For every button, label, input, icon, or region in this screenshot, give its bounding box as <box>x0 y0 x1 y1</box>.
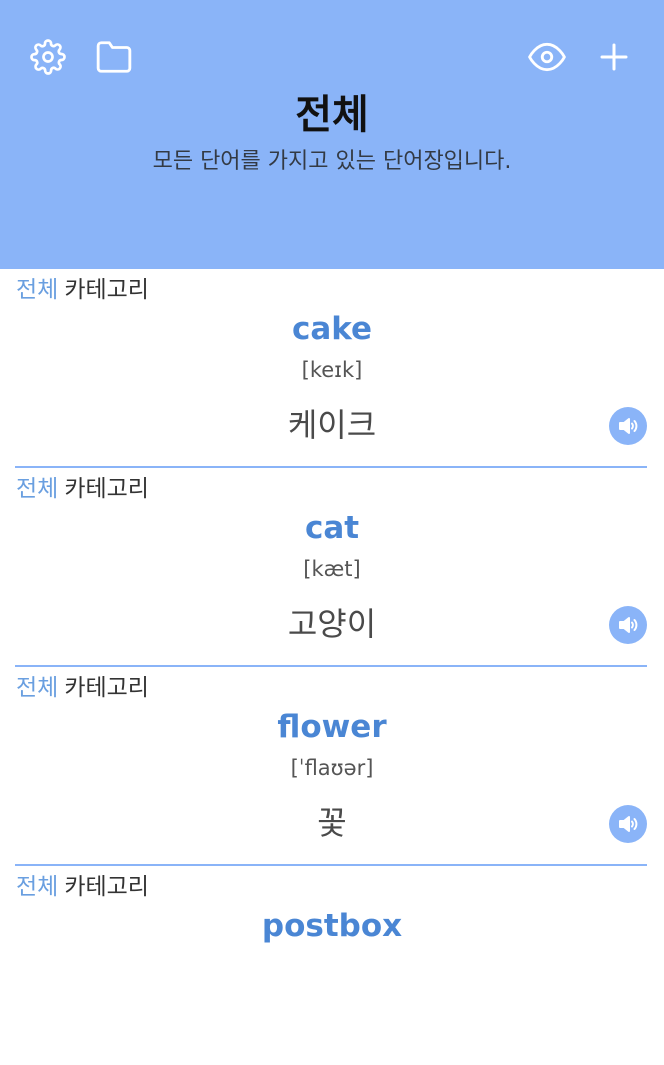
app-header: 전체 모든 단어를 가지고 있는 단어장입니다. <box>0 0 664 269</box>
page-subtitle: 모든 단어를 가지고 있는 단어장입니다. <box>152 149 512 174</box>
pronounce-button[interactable] <box>609 606 647 644</box>
folder-icon <box>96 41 132 73</box>
speaker-icon <box>619 418 638 434</box>
word-card[interactable]: 전체 카테고리 postbox <box>0 866 664 1065</box>
breadcrumb-category[interactable]: 카테고리 <box>64 874 149 900</box>
meaning-text: 고양이 <box>287 605 377 643</box>
breadcrumb-category[interactable]: 카테고리 <box>64 675 149 701</box>
word-list: 전체 카테고리 cake [keɪk] 케이크 전체 카테고리 cat [kæt] … <box>0 269 664 1065</box>
breadcrumb-all[interactable]: 전체 <box>16 277 58 303</box>
breadcrumb-all[interactable]: 전체 <box>16 476 58 502</box>
breadcrumb: 전체 카테고리 <box>16 274 149 306</box>
breadcrumb-category[interactable]: 카테고리 <box>64 277 149 303</box>
word-text: cake <box>291 311 373 347</box>
breadcrumb: 전체 카테고리 <box>16 672 149 704</box>
meaning-text: 케이크 <box>287 406 377 444</box>
page-title: 전체 <box>295 92 369 138</box>
breadcrumb-all[interactable]: 전체 <box>16 675 58 701</box>
speaker-icon <box>619 816 638 832</box>
settings-button[interactable] <box>29 38 67 76</box>
breadcrumb: 전체 카테고리 <box>16 871 149 903</box>
word-card[interactable]: 전체 카테고리 cake [keɪk] 케이크 <box>0 269 664 468</box>
word-card[interactable]: 전체 카테고리 flower [ˈflaʊər] 꽃 <box>0 667 664 866</box>
phonetic-text: [ˈflaʊər] <box>290 756 374 780</box>
word-text: cat <box>304 510 360 546</box>
phonetic-text: [kæt] <box>303 557 361 581</box>
folder-button[interactable] <box>95 38 133 76</box>
speaker-icon <box>619 617 638 633</box>
breadcrumb-category[interactable]: 카테고리 <box>64 476 149 502</box>
pronounce-button[interactable] <box>609 407 647 445</box>
gear-icon <box>30 39 66 75</box>
pronounce-button[interactable] <box>609 805 647 843</box>
phonetic-text: [keɪk] <box>301 358 363 382</box>
meaning-text: 꽃 <box>317 804 347 842</box>
breadcrumb: 전체 카테고리 <box>16 473 149 505</box>
breadcrumb-all[interactable]: 전체 <box>16 874 58 900</box>
word-card[interactable]: 전체 카테고리 cat [kæt] 고양이 <box>0 468 664 667</box>
word-text: flower <box>277 709 387 745</box>
plus-icon <box>600 43 628 71</box>
eye-icon <box>528 42 566 72</box>
add-word-button[interactable] <box>595 38 633 76</box>
word-text: postbox <box>261 908 403 944</box>
visibility-toggle-button[interactable] <box>528 38 566 76</box>
